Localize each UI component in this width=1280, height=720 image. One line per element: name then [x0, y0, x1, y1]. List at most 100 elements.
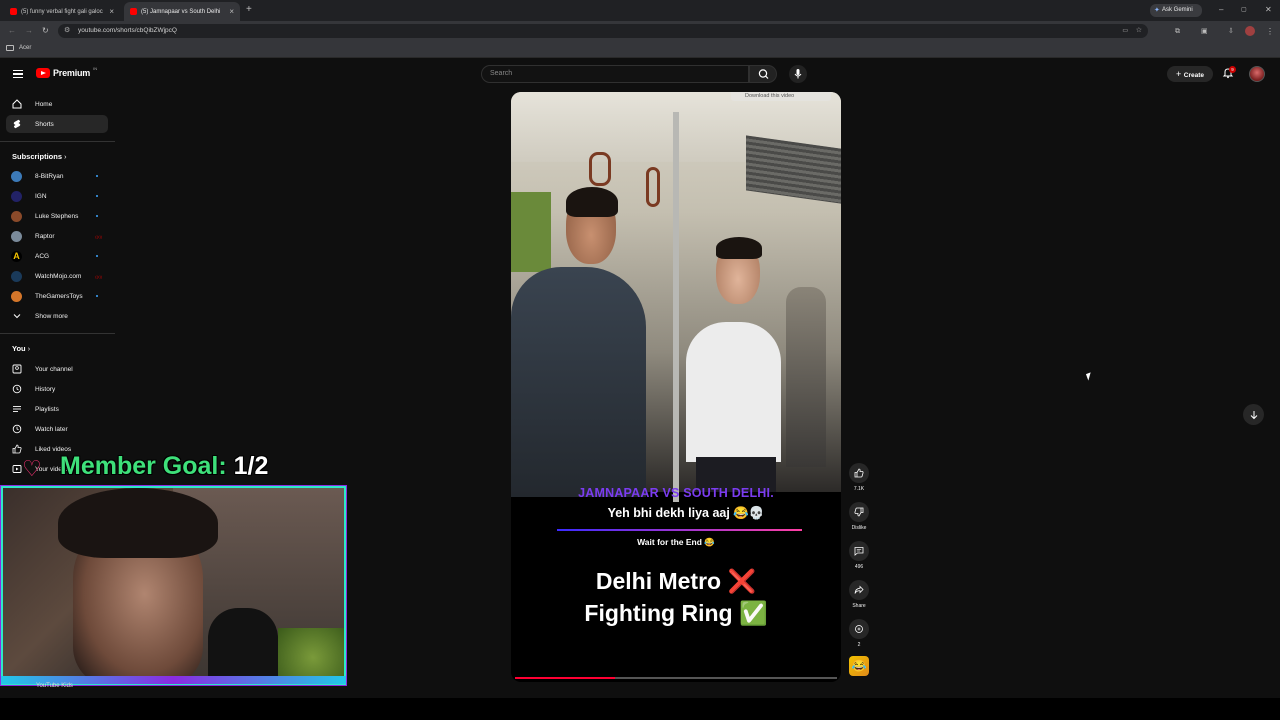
ask-gemini-button[interactable]: ✦ Ask Gemini [1150, 4, 1202, 17]
playlist-icon [12, 404, 22, 414]
account-avatar[interactable] [1249, 66, 1265, 82]
video-caption-wait: Wait for the End 😂 [637, 537, 715, 547]
youtube-premium-logo[interactable]: Premium IN [36, 66, 98, 78]
tab-title: (5) funny verbal fight gali galoc [21, 8, 103, 15]
youtube-play-logo-icon [36, 68, 50, 78]
live-indicator-icon: ((•)) [95, 233, 102, 239]
maximize-button[interactable]: ▢ [1241, 5, 1247, 15]
letterbox-strip [0, 698, 1280, 720]
channel-name: IGN [35, 192, 47, 200]
close-window-button[interactable]: ✕ [1265, 5, 1272, 15]
back-arrow-icon[interactable]: ← [8, 26, 16, 36]
remix-icon [849, 619, 869, 639]
sidebar-subscription-item[interactable]: 8-BitRyan [6, 167, 108, 185]
video-progress-bar[interactable] [515, 677, 837, 679]
sidebar-item-home[interactable]: Home [6, 95, 108, 113]
download-video-overlay[interactable]: Download this video [731, 92, 831, 101]
sidebar-item-watch-later[interactable]: Watch later [6, 420, 108, 438]
search-button[interactable] [749, 65, 777, 83]
sidebar-item-label: History [35, 385, 56, 393]
shorts-video-player[interactable]: Download this video JAMNAPAAR VS SOUTH D… [511, 92, 841, 682]
background-passenger [786, 287, 826, 467]
sidebar-divider [0, 333, 115, 334]
sidepanel-icon[interactable]: ▣ [1201, 27, 1208, 37]
sidebar-subscription-item[interactable]: Raptor ((•)) [6, 227, 108, 245]
profile-avatar-icon[interactable] [1245, 26, 1255, 36]
sidebar-subscription-item[interactable]: TheGamersToys [6, 287, 108, 305]
search-icon [758, 69, 769, 79]
sidebar-item-history[interactable]: History [6, 380, 108, 398]
channel-name: Raptor [35, 232, 55, 240]
channel-avatar: A [11, 250, 22, 262]
comments-button[interactable]: 496 [846, 541, 872, 570]
url-text: youtube.com/shorts/cbQibZWjpcQ [78, 27, 177, 34]
metro-door-panel [511, 192, 551, 272]
url-bar[interactable]: ⚙ youtube.com/shorts/cbQibZWjpcQ ☆ ▭ [58, 24, 1148, 38]
sidebar-divider [0, 141, 115, 142]
sidebar-item-playlists[interactable]: Playlists [6, 400, 108, 418]
history-icon [12, 384, 22, 394]
browser-tab[interactable]: (5) funny verbal fight gali galoc × [4, 2, 120, 21]
menu-hamburger-icon[interactable] [13, 70, 23, 78]
channel-name: WatchMojo.com [35, 272, 82, 280]
sidebar-subscription-item[interactable]: IGN [6, 187, 108, 205]
share-button[interactable]: Share [846, 580, 872, 609]
download-overlay-label: Download this video [745, 93, 795, 99]
you-heading[interactable]: You › [12, 344, 30, 353]
bookmark-folder-acer[interactable]: Acer [19, 45, 31, 51]
sidebar-show-more[interactable]: Show more [6, 307, 108, 325]
video-frame-metro-scene [511, 92, 841, 502]
channel-avatar [11, 190, 22, 202]
new-content-dot [96, 195, 98, 197]
create-button[interactable]: + Create [1167, 66, 1213, 82]
close-tab-icon[interactable]: × [229, 7, 234, 16]
chevron-right-icon: › [27, 346, 31, 353]
chrome-menu-icon[interactable]: ⋮ [1266, 27, 1274, 37]
video-headline-line2: Fighting Ring ✅ [584, 600, 768, 626]
forward-arrow-icon[interactable]: → [25, 26, 33, 36]
browser-tab-active[interactable]: (5) Jamnapaar vs South Delhi × [124, 2, 240, 21]
sidebar-item-youtube-kids[interactable]: YouTube Kids [36, 683, 73, 689]
bookmark-star-icon[interactable]: ☆ [1136, 24, 1142, 38]
reload-icon[interactable]: ↻ [42, 26, 49, 36]
channel-avatar [11, 230, 22, 242]
video-headline-line1: Delhi Metro ❌ [595, 568, 757, 594]
member-goal-overlay: Member Goal: 1/2 [22, 452, 268, 481]
plus-icon: + [1176, 69, 1184, 79]
dislike-label: Dislike [851, 525, 867, 531]
voice-search-button[interactable] [789, 65, 807, 83]
remix-button[interactable]: 2 [846, 619, 872, 648]
share-label: Share [852, 603, 866, 609]
downloads-icon[interactable]: ⇩ [1228, 27, 1234, 37]
like-button[interactable]: 7.1K [846, 463, 872, 492]
search-input[interactable]: Search [481, 65, 749, 83]
sidebar-subscription-item[interactable]: WatchMojo.com ((•)) [6, 267, 108, 285]
youtube-favicon-icon [10, 8, 17, 15]
sidebar-subscription-item[interactable]: Luke Stephens [6, 207, 108, 225]
sidebar-subscription-item[interactable]: A ACG [6, 247, 108, 265]
bookmarks-bar: Acer [0, 41, 1280, 58]
like-count: 7.1K [853, 486, 865, 492]
hand-strap [589, 152, 611, 186]
logo-country-code: IN [93, 66, 98, 71]
next-short-button[interactable] [1243, 404, 1264, 425]
clock-icon [12, 424, 22, 434]
channel-name: 8-BitRyan [35, 172, 64, 180]
minimize-button[interactable]: – [1219, 5, 1223, 15]
close-tab-icon[interactable]: × [109, 7, 114, 16]
man-hair [566, 187, 618, 217]
ask-gemini-label: Ask Gemini [1162, 7, 1193, 13]
sound-thumbnail-button[interactable]: 😂 [846, 656, 872, 676]
site-info-icon[interactable]: ⚙ [64, 24, 70, 38]
video-caption-subtitle: Yeh bhi dekh liya aaj 😂💀 [607, 506, 765, 520]
show-more-label: Show more [35, 312, 68, 320]
cast-icon[interactable]: ▭ [1122, 24, 1128, 38]
channel-name: TheGamersToys [35, 292, 83, 300]
sidebar-item-your-channel[interactable]: Your channel [6, 360, 108, 378]
sidebar-item-shorts[interactable]: Shorts [6, 115, 108, 133]
new-tab-button[interactable]: + [246, 5, 252, 15]
dislike-button[interactable]: Dislike [846, 502, 872, 531]
extensions-icon[interactable]: ⧉ [1175, 27, 1180, 37]
subscriptions-heading-label: Subscriptions [12, 152, 63, 161]
subscriptions-heading[interactable]: Subscriptions › [12, 152, 66, 161]
